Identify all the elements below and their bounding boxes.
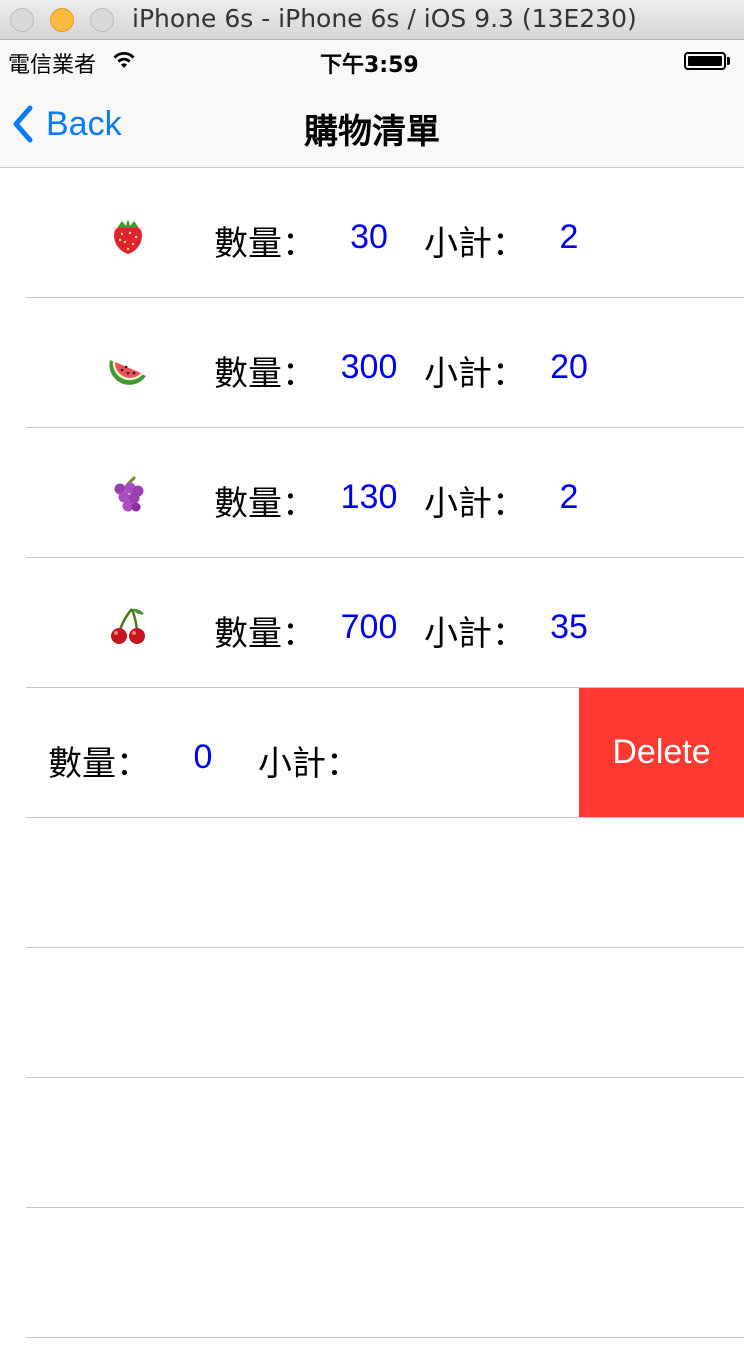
list-item[interactable]: 數量： 30 小計： 2 bbox=[0, 168, 744, 298]
quantity-value: 30 bbox=[350, 218, 388, 256]
wifi-icon bbox=[113, 52, 135, 68]
cherries-icon bbox=[111, 608, 145, 644]
quantity-label: 數量： bbox=[214, 484, 316, 524]
delete-button[interactable]: Delete bbox=[579, 688, 744, 817]
quantity-label: 數量： bbox=[214, 614, 316, 654]
subtotal-label: 小計： bbox=[424, 354, 526, 394]
strawberry-icon bbox=[114, 219, 142, 254]
subtotal-label: 小計： bbox=[424, 484, 526, 524]
quantity-label: 數量： bbox=[214, 354, 316, 394]
grapes-icon bbox=[114, 476, 144, 512]
status-bar: 電信業者 下午3:59 bbox=[0, 40, 744, 80]
battery-icon bbox=[684, 52, 730, 70]
window-title: iPhone 6s - iPhone 6s / iOS 9.3 (13E230) bbox=[132, 4, 637, 33]
shopping-list-table[interactable]: 數量： 30 小計： 2 數量： 300 小計： 20 數量： 130 小計： … bbox=[0, 168, 744, 1338]
watermelon-icon bbox=[109, 360, 146, 385]
quantity-value: 0 bbox=[193, 738, 213, 776]
subtotal-value: 2 bbox=[559, 218, 579, 256]
window-close-button[interactable] bbox=[10, 8, 34, 32]
list-item[interactable]: 數量： 300 小計： 20 bbox=[0, 298, 744, 428]
list-item[interactable]: 數量： 130 小計： 2 bbox=[0, 428, 744, 558]
window-zoom-button[interactable] bbox=[90, 8, 114, 32]
navigation-bar: Back 購物清單 bbox=[0, 80, 744, 168]
quantity-value: 700 bbox=[340, 608, 398, 646]
subtotal-label: 小計： bbox=[424, 614, 526, 654]
simulator-title-bar: iPhone 6s - iPhone 6s / iOS 9.3 (13E230) bbox=[0, 0, 744, 40]
quantity-value: 130 bbox=[340, 478, 398, 516]
subtotal-label: 小計： bbox=[258, 744, 360, 784]
subtotal-value: 2 bbox=[559, 478, 579, 516]
subtotal-value: 20 bbox=[550, 348, 588, 386]
empty-row[interactable] bbox=[0, 948, 744, 1078]
quantity-value: 300 bbox=[340, 348, 398, 386]
carrier-label: 電信業者 bbox=[8, 53, 97, 78]
quantity-label: 數量： bbox=[48, 744, 150, 784]
list-item-swiped[interactable]: 數量： 0 小計： Delete bbox=[0, 688, 744, 818]
empty-row[interactable] bbox=[0, 818, 744, 948]
subtotal-label: 小計： bbox=[424, 224, 526, 264]
page-title: 購物清單 bbox=[304, 112, 440, 152]
list-item[interactable]: 數量： 700 小計： 35 bbox=[0, 558, 744, 688]
window-minimize-button[interactable] bbox=[50, 8, 74, 32]
subtotal-value: 35 bbox=[550, 608, 588, 646]
empty-row[interactable] bbox=[0, 1208, 744, 1338]
status-time: 下午3:59 bbox=[320, 53, 419, 78]
empty-row[interactable] bbox=[0, 1078, 744, 1208]
quantity-label: 數量： bbox=[214, 224, 316, 264]
